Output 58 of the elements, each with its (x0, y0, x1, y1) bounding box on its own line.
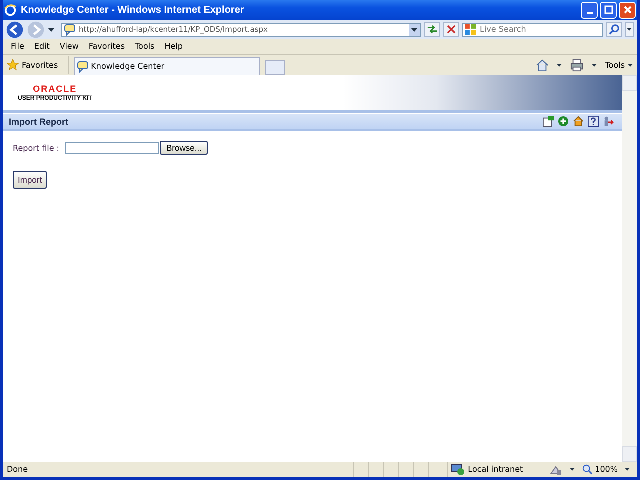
search-icon (608, 24, 620, 35)
minimize-icon (586, 12, 592, 14)
security-zone: Local intranet (468, 465, 524, 474)
section-title: Import Report (9, 116, 68, 126)
address-dropdown-button[interactable] (409, 24, 420, 36)
close-icon (622, 5, 632, 15)
search-field[interactable]: Live Search (462, 22, 603, 36)
add-icon[interactable] (558, 116, 569, 127)
browse-button[interactable]: Browse... (160, 141, 208, 155)
tools-button[interactable]: Tools (605, 60, 633, 70)
stop-icon (446, 25, 456, 34)
home-icon[interactable] (536, 58, 550, 72)
field-label: Report file : (13, 144, 60, 152)
zoom-button[interactable]: 100% (582, 464, 618, 475)
search-button[interactable] (606, 22, 622, 37)
help-icon[interactable] (588, 116, 599, 127)
status-text: Done (7, 465, 30, 474)
menu-item[interactable]: Help (164, 42, 183, 51)
dropdown-arrow-icon[interactable] (48, 28, 55, 32)
search-options-button[interactable] (625, 22, 634, 37)
speech-bubble-icon (64, 24, 76, 36)
printer-icon[interactable] (570, 58, 584, 72)
menu-item[interactable]: File (11, 42, 24, 51)
logo-text: ORACLE (21, 84, 90, 96)
browser-tab[interactable]: Knowledge Center (74, 57, 260, 75)
caret-icon (411, 28, 418, 32)
caret-icon[interactable] (557, 64, 562, 66)
protected-mode-icon[interactable] (549, 464, 564, 476)
star-icon (7, 59, 19, 71)
scrollbar[interactable] (622, 75, 637, 462)
export-icon[interactable] (543, 116, 554, 127)
file-path-field[interactable] (65, 142, 160, 154)
import-button[interactable]: Import (13, 171, 48, 189)
caret-icon (627, 28, 632, 31)
caret-icon[interactable] (570, 468, 576, 471)
refresh-button[interactable] (424, 22, 440, 37)
speech-bubble-icon (77, 60, 90, 72)
maximize-icon (604, 5, 614, 15)
close-button[interactable] (619, 2, 636, 18)
window-title: Knowledge Center - Windows Internet Explorer (21, 4, 246, 16)
home-icon[interactable] (573, 116, 584, 127)
logout-icon[interactable] (603, 116, 614, 127)
caret-icon[interactable] (592, 64, 598, 66)
arrows-icon (426, 24, 438, 35)
maximize-button[interactable] (600, 2, 617, 18)
favorites-button[interactable]: Favorites (7, 56, 70, 74)
stop-button[interactable] (443, 22, 459, 37)
browser-logo-icon (4, 4, 17, 16)
menu-item[interactable]: Edit (34, 42, 50, 51)
menu-item[interactable]: Favorites (88, 42, 126, 51)
caret-icon (628, 64, 633, 66)
caret-icon[interactable] (625, 468, 630, 471)
computer-globe-icon (451, 464, 466, 476)
menu-item[interactable]: Tools (135, 42, 155, 51)
back-button[interactable] (6, 20, 24, 38)
minimize-button[interactable] (581, 2, 598, 18)
menu-item[interactable]: View (60, 42, 79, 51)
magnifier-icon (582, 464, 594, 475)
